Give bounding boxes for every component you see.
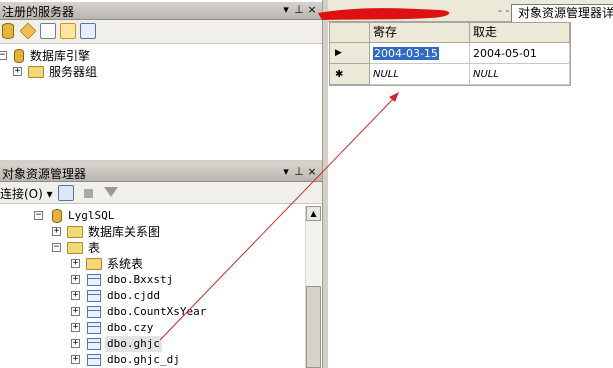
- close-icon[interactable]: ×: [306, 165, 318, 178]
- grid-corner-header[interactable]: [330, 23, 370, 43]
- panel-dropdown-icon[interactable]: ▾: [280, 165, 292, 178]
- pin-icon[interactable]: ⊥: [293, 165, 305, 178]
- tree-node-label: 表: [88, 241, 101, 255]
- tab-label: 对象资源管理器详细: [518, 6, 613, 20]
- tab-partial-text: - -: [498, 4, 510, 17]
- scroll-thumb[interactable]: [306, 286, 321, 368]
- tree-node-label: dbo.CountXsYear: [107, 305, 207, 318]
- object-explorer-toolbar: 连接(O) ▾: [0, 182, 322, 204]
- tree-node-label: 数据库关系图: [88, 225, 161, 239]
- cell-value: 2004-03-15: [373, 47, 439, 60]
- close-icon[interactable]: ×: [306, 3, 318, 16]
- disconnect-icon[interactable]: [58, 185, 74, 201]
- vertical-scrollbar[interactable]: ▲: [305, 206, 321, 368]
- table-icon: [87, 274, 101, 286]
- folder-icon: [28, 66, 44, 78]
- cell-value: NULL: [373, 69, 399, 80]
- table-icon: [87, 290, 101, 302]
- reporting-services-icon[interactable]: [40, 23, 56, 39]
- tree-node-label: LyglSQL: [68, 209, 115, 222]
- tree-node-label: dbo.ghjc_dj: [107, 353, 180, 366]
- column-header[interactable]: 寄存: [370, 23, 470, 43]
- connect-button[interactable]: 连接(O) ▾: [0, 185, 53, 202]
- tree-node-label: dbo.ghjc: [105, 336, 162, 352]
- folder-icon: [67, 226, 83, 238]
- row-indicator[interactable]: ▶: [330, 43, 370, 64]
- column-header[interactable]: 取走: [470, 23, 570, 43]
- scroll-up-button[interactable]: ▲: [306, 206, 321, 221]
- tree-node-label: 服务器组: [49, 65, 98, 79]
- analysis-services-icon[interactable]: [19, 22, 37, 40]
- cell-value: NULL: [473, 69, 499, 80]
- registered-servers-titlebar: 注册的服务器 ▾ ⊥ ×: [0, 2, 322, 20]
- tree-node-label: dbo.cjdd: [107, 289, 160, 302]
- current-row-icon: ▶: [335, 48, 342, 58]
- expand-icon[interactable]: +: [71, 307, 80, 316]
- registered-servers-toolbar: [0, 20, 322, 44]
- collapse-icon[interactable]: −: [0, 51, 7, 60]
- object-explorer-titlebar: 对象资源管理器 ▾ ⊥ ×: [0, 164, 322, 182]
- chevron-down-icon: ▾: [46, 187, 53, 201]
- column-header-label: 寄存: [373, 25, 398, 39]
- pin-icon[interactable]: ⊥: [293, 3, 305, 16]
- tree-node-label: dbo.Bxxstj: [107, 273, 174, 286]
- table-icon: [87, 338, 101, 350]
- folder-icon: [67, 242, 83, 254]
- folder-icon: [86, 258, 102, 270]
- database-icon: [52, 209, 62, 223]
- tree-node-label: 数据库引擎: [30, 49, 91, 63]
- main-splitter[interactable]: [322, 0, 328, 368]
- grid-cell[interactable]: 2004-05-01: [470, 43, 570, 64]
- grid-cell[interactable]: NULL: [370, 64, 470, 85]
- table-icon: [87, 322, 101, 334]
- connect-label: 连接(O): [0, 187, 43, 201]
- tree-node-label: 系统表: [107, 257, 144, 271]
- registered-servers-tree: − 数据库引擎 + 服务器组: [0, 44, 322, 160]
- database-engine-icon: [14, 49, 24, 63]
- expand-icon[interactable]: +: [13, 67, 22, 76]
- tree-node-label: dbo.czy: [107, 321, 154, 334]
- expand-icon[interactable]: +: [71, 355, 80, 364]
- column-header-label: 取走: [473, 25, 498, 39]
- object-explorer-tree: − LyglSQL + 数据库关系图 − 表 + 系统表 + dbo.Bxxst…: [0, 204, 305, 368]
- stop-icon[interactable]: [84, 189, 93, 198]
- expand-icon[interactable]: +: [71, 339, 80, 348]
- grid-cell[interactable]: NULL: [470, 64, 570, 85]
- expand-icon[interactable]: +: [71, 275, 80, 284]
- new-row-icon: ✱: [335, 69, 344, 80]
- panel-dropdown-icon[interactable]: ▾: [280, 3, 292, 16]
- table-icon: [87, 354, 101, 366]
- cell-value: 2004-05-01: [473, 47, 537, 60]
- document-tabstrip: - - 对象资源管理器详细: [328, 0, 613, 22]
- integration-services-icon[interactable]: [60, 23, 76, 39]
- grid-cell-selected[interactable]: 2004-03-15: [370, 43, 470, 64]
- object-explorer-title: 对象资源管理器: [2, 167, 87, 181]
- server-type-icon[interactable]: [2, 23, 14, 39]
- expand-icon[interactable]: +: [71, 259, 80, 268]
- registered-servers-title: 注册的服务器: [2, 5, 75, 19]
- filter-icon[interactable]: [104, 187, 118, 197]
- results-grid: 寄存 取走 ▶ 2004-03-15 2004-05-01 ✱ NULL NUL…: [329, 22, 571, 86]
- annotation-arrowhead: [389, 92, 399, 102]
- expand-icon[interactable]: +: [71, 323, 80, 332]
- expand-icon[interactable]: +: [71, 291, 80, 300]
- tab-object-explorer-details[interactable]: 对象资源管理器详细: [511, 4, 613, 22]
- row-indicator[interactable]: ✱: [330, 64, 370, 85]
- expand-icon[interactable]: +: [52, 227, 61, 236]
- mobile-icon[interactable]: [80, 23, 96, 39]
- table-icon: [87, 306, 101, 318]
- collapse-icon[interactable]: −: [34, 211, 43, 220]
- collapse-icon[interactable]: −: [52, 243, 61, 252]
